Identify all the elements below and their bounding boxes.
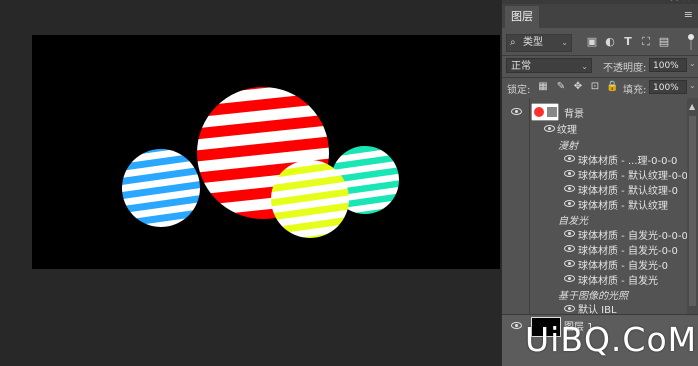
lock-position-icon[interactable]: ✥ xyxy=(572,81,584,93)
eye-icon[interactable] xyxy=(564,245,575,252)
eye-icon[interactable] xyxy=(564,200,575,207)
blend-mode-value: 正常 xyxy=(511,61,531,72)
chevron-down-icon[interactable]: ⌄ xyxy=(689,59,696,68)
emission-item-4[interactable]: 球体材质 - 自发光 xyxy=(578,272,658,287)
diffuse-item-4[interactable]: 球体材质 - 默认纹理 xyxy=(578,197,668,212)
lock-transparent-icon[interactable]: ▦ xyxy=(537,81,549,93)
eye-icon[interactable] xyxy=(544,125,555,132)
layers-panel: ◂◂ ✕ 图层 ≡ ⌕ 类型 ⌄ ▣ ◐ T ⛶ ▤ 正常 ⌄ 不透明度: 10… xyxy=(501,0,698,366)
tab-layers[interactable]: 图层 xyxy=(505,6,539,28)
lock-all-icon[interactable]: 🔒 xyxy=(606,81,618,93)
diffuse-item-3[interactable]: 球体材质 - 默认纹理-0 xyxy=(578,182,678,197)
eye-icon[interactable] xyxy=(511,322,522,329)
lock-fill-row: 锁定: ▦ ✎ ✥ ⊡ 🔒 填充: 100% ⌄ xyxy=(502,77,698,99)
yellow-striped-sphere xyxy=(271,160,349,238)
hamburger-menu-icon[interactable]: ≡ xyxy=(684,9,693,20)
ibl-label: 基于图像的光照 xyxy=(558,291,628,302)
toggle-bar xyxy=(690,40,692,50)
document-canvas[interactable] xyxy=(32,35,500,269)
diffuse-item-2[interactable]: 球体材质 - 默认纹理-0-0 xyxy=(578,167,688,182)
emission-item-2[interactable]: 球体材质 - 自发光-0-0 xyxy=(578,242,678,257)
lock-label: 锁定: xyxy=(507,85,531,96)
chevron-down-icon[interactable]: ⌄ xyxy=(689,81,696,90)
search-icon: ⌕ xyxy=(510,37,516,48)
eye-icon[interactable] xyxy=(564,155,575,162)
type-filter-icon[interactable]: T xyxy=(621,35,635,49)
layer-name-background[interactable]: 背景 xyxy=(564,105,584,120)
filter-toggle[interactable] xyxy=(687,33,695,51)
eye-icon[interactable] xyxy=(564,275,575,282)
emission-item-3[interactable]: 球体材质 - 自发光-0 xyxy=(578,257,668,272)
emission-item-1[interactable]: 球体材质 - 自发光-0-0-0 xyxy=(578,227,688,242)
eye-icon[interactable] xyxy=(564,170,575,177)
diffuse-label: 漫射 xyxy=(558,141,578,152)
fill-label: 填充: xyxy=(623,85,647,96)
document-workspace xyxy=(0,0,501,365)
smart-object-filter-icon[interactable]: ▤ xyxy=(657,35,671,49)
eye-icon[interactable] xyxy=(564,230,575,237)
layer-filter-row: ⌕ 类型 ⌄ ▣ ◐ T ⛶ ▤ xyxy=(502,31,698,53)
eye-icon[interactable] xyxy=(564,260,575,267)
filter-kind-label: 类型 xyxy=(523,37,543,48)
scroll-up-icon[interactable]: ▲ xyxy=(689,102,695,111)
emission-label: 自发光 xyxy=(558,216,588,227)
opacity-label: 不透明度: xyxy=(603,63,647,74)
adjustment-filter-icon[interactable]: ◐ xyxy=(603,35,617,49)
3d-layer-thumbnail xyxy=(531,103,559,121)
shape-filter-icon[interactable]: ⛶ xyxy=(639,35,653,49)
chevron-down-icon: ⌄ xyxy=(561,38,568,47)
eye-icon[interactable] xyxy=(511,108,522,115)
fill-input[interactable]: 100% xyxy=(649,80,687,94)
eye-icon[interactable] xyxy=(564,305,575,312)
layers-scrollbar[interactable]: ▲ xyxy=(687,98,698,318)
texture-group-label[interactable]: 纹理 xyxy=(557,121,577,136)
lock-artboard-icon[interactable]: ⊡ xyxy=(589,81,601,93)
opacity-input[interactable]: 100% xyxy=(649,58,687,72)
lock-paint-icon[interactable]: ✎ xyxy=(555,81,567,93)
canvas-render xyxy=(122,87,399,238)
blend-opacity-row: 正常 ⌄ 不透明度: 100% ⌄ xyxy=(502,55,698,76)
diffuse-item-1[interactable]: 球体材质 - ...理-0-0-0 xyxy=(578,152,677,167)
blend-mode-dropdown[interactable]: 正常 ⌄ xyxy=(506,58,592,73)
chevron-down-icon: ⌄ xyxy=(581,62,588,71)
watermark-logo: UiBQ.CoM xyxy=(525,320,698,359)
eye-icon[interactable] xyxy=(564,185,575,192)
scrollbar-thumb[interactable] xyxy=(689,116,696,306)
filter-kind-dropdown[interactable]: ⌕ 类型 ⌄ xyxy=(506,34,572,52)
blue-striped-sphere xyxy=(122,149,200,227)
image-filter-icon[interactable]: ▣ xyxy=(585,35,599,49)
panel-tab-bar: 图层 ≡ xyxy=(502,4,698,28)
